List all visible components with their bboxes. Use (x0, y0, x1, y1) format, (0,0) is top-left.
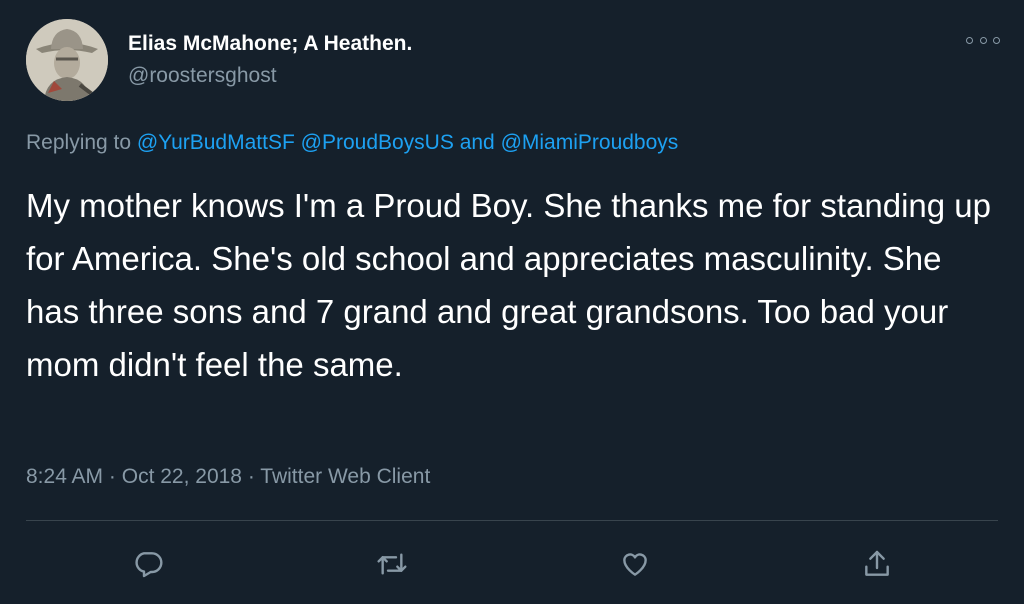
like-button[interactable] (617, 546, 653, 582)
reply-icon (135, 552, 163, 578)
tweet-time[interactable]: 8:24 AM (26, 465, 103, 488)
avatar[interactable] (26, 19, 108, 101)
tweet-meta: 8:24 AM · Oct 22, 2018 · Twitter Web Cli… (26, 465, 430, 489)
like-icon (623, 553, 647, 576)
retweet-icon (377, 553, 407, 575)
cowboy-avatar-icon (26, 19, 108, 101)
share-button[interactable] (859, 546, 895, 582)
mention-link[interactable]: @MiamiProudboys (501, 131, 679, 154)
reply-button[interactable] (130, 546, 166, 582)
more-options-icon[interactable] (966, 30, 1000, 50)
tweet-client[interactable]: Twitter Web Client (260, 465, 430, 488)
replying-to-label: Replying to (26, 131, 137, 154)
mention-link[interactable]: @ProudBoysUS (301, 131, 454, 154)
mention-link[interactable]: @YurBudMattSF (137, 131, 295, 154)
tweet-text: My mother knows I'm a Proud Boy. She tha… (26, 187, 991, 383)
divider (26, 520, 998, 521)
tweet-date[interactable]: Oct 22, 2018 (122, 465, 242, 488)
retweet-button[interactable] (374, 546, 410, 582)
share-icon (865, 550, 889, 576)
meta-separator: · (103, 465, 122, 488)
and-text: and (453, 131, 501, 154)
user-handle[interactable]: @roostersghost (128, 64, 277, 88)
meta-separator: · (241, 465, 261, 488)
display-name[interactable]: Elias McMahone; A Heathen. (128, 32, 412, 56)
replying-to-line: Replying to @YurBudMattSF @ProudBoysUS a… (26, 131, 678, 155)
